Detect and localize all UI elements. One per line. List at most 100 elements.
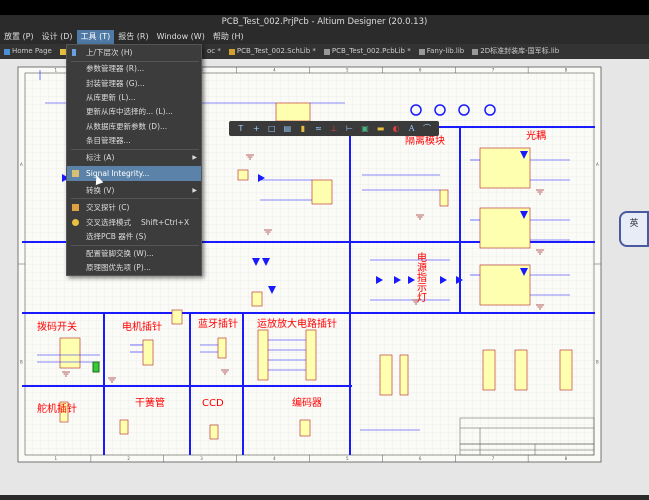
component-symbol — [559, 349, 573, 391]
align-icon[interactable]: ▤ — [283, 124, 292, 133]
submenu-arrow-icon: ▶ — [192, 154, 197, 161]
menu-item-update-selected[interactable]: 更新从库中选择的... (L)... — [67, 104, 201, 119]
sheet-symbol-icon[interactable]: ▣ — [361, 124, 370, 133]
home-icon — [4, 48, 10, 55]
menu-item-schematic-preferences[interactable]: 原理图优先项 (P)... — [67, 260, 201, 275]
text-icon[interactable]: A — [407, 124, 416, 133]
section-label-motor-header: 电机插针 — [122, 320, 162, 333]
move-icon[interactable]: + — [252, 124, 261, 133]
menu-item-select-pcb-components[interactable]: 选择PCB 器件 (S) — [67, 229, 201, 244]
window-title: PCB_Test_002.PrjPcb - Altium Designer (2… — [0, 15, 649, 30]
menu-item-label: 从库更新 (L)... — [86, 93, 136, 102]
folder-icon — [59, 48, 66, 55]
no-erc-icon[interactable]: ◐ — [392, 124, 401, 133]
tab-group-right: oc * PCB_Test_002.SchLib * PCB_Test_002.… — [203, 44, 563, 59]
menu-item-parameter-manager[interactable]: 参数管理器 (R)... — [67, 61, 201, 76]
tab-label: Home Page — [12, 47, 52, 55]
menu-item-annotation[interactable]: 标注 (A) ▶ — [67, 150, 201, 165]
menu-reports[interactable]: 报告 (R) — [114, 30, 152, 44]
menu-item-cross-probe[interactable]: 交叉探针 (C) — [67, 200, 201, 215]
schlib-icon — [228, 48, 235, 55]
section-label-optocoupler: 光耦 — [526, 129, 546, 142]
component-symbol — [482, 349, 496, 391]
menu-item-update-from-database[interactable]: 从数据库更新参数 (D)... — [67, 119, 201, 134]
component-symbol — [399, 354, 409, 396]
lib-icon — [418, 48, 425, 55]
menu-item-label: 原理图优先项 (P)... — [86, 263, 151, 272]
section-label-power-indicator: 电源指示灯 — [415, 251, 427, 303]
select-area-icon[interactable]: □ — [267, 124, 276, 133]
menu-item-signal-integrity[interactable]: Signal Integrity... — [67, 166, 201, 181]
menu-item-label: 转换 (V) — [86, 186, 115, 195]
tab-label: 2D标准封装库-国军标.lib — [480, 47, 560, 55]
zone-row-label: B — [596, 359, 599, 364]
menu-item-label: 交叉探针 (C) — [86, 203, 130, 212]
component-symbol — [275, 102, 311, 122]
tab-2d-lib[interactable]: 2D标准封装库-国军标.lib — [468, 44, 563, 59]
component-symbol — [171, 309, 183, 325]
tab-label: PCB_Test_002.SchLib * — [236, 47, 316, 55]
menu-help[interactable]: 帮助 (H) — [209, 30, 248, 44]
part-icon[interactable]: ▮ — [298, 124, 307, 133]
component-symbol — [299, 419, 311, 437]
active-bar-toolbar: T + □ ▤ ▮ ≈ ⊥ ⊢ ▣ ▬ ◐ A ⌒ — [229, 121, 439, 136]
menu-item-label: 参数管理器 (R)... — [86, 64, 145, 73]
screen-top — [0, 0, 649, 15]
hierarchy-icon — [72, 49, 76, 56]
tab-home-page[interactable]: Home Page — [0, 44, 56, 59]
submenu-arrow-icon: ▶ — [192, 187, 197, 194]
section-label-reed-switch: 干簧管 — [135, 396, 165, 409]
section-label-bluetooth-header: 蓝牙插针 — [198, 317, 238, 330]
component-symbol — [59, 337, 81, 369]
menu-item-shortcut: Shift+Ctrl+X — [141, 218, 190, 227]
menu-item-item-manager[interactable]: 条目管理器... — [67, 133, 201, 148]
ime-indicator[interactable]: 英 — [619, 211, 649, 247]
menu-item-label: 封装管理器 (G)... — [86, 79, 145, 88]
menu-item-update-from-library[interactable]: 从库更新 (L)... — [67, 90, 201, 105]
menu-item-label: 交叉选择模式 — [86, 218, 131, 227]
tab-schlib[interactable]: PCB_Test_002.SchLib * — [225, 44, 320, 59]
zone-row-label: A — [20, 162, 23, 167]
section-label-opamp-header: 运放放大电路插针 — [257, 317, 337, 330]
wire-icon[interactable]: ≈ — [314, 124, 323, 133]
component-symbol — [119, 419, 129, 435]
tab-schdoc[interactable]: oc * — [203, 44, 225, 59]
menu-tools[interactable]: 工具 (T) — [76, 30, 115, 44]
section-label-ccd: CCD — [202, 398, 224, 409]
tab-label: oc * — [207, 47, 221, 55]
component-symbol — [142, 339, 154, 366]
section-label-encoder: 编码器 — [292, 396, 322, 409]
zone-row-label: B — [20, 359, 23, 364]
menu-place[interactable]: 放置 (P) — [0, 30, 38, 44]
tab-group-left: Home Page P — [0, 44, 76, 59]
menu-item-configure-pin-swap[interactable]: 配置管脚交换 (W)... — [67, 246, 201, 261]
pcblib-icon — [323, 48, 330, 55]
cross-select-icon — [72, 219, 79, 226]
menu-item-cross-select-mode[interactable]: 交叉选择模式 Shift+Ctrl+X — [67, 215, 201, 230]
menu-item-label: 更新从库中选择的... (L)... — [86, 107, 173, 116]
signal-integrity-icon — [72, 170, 79, 177]
menu-separator — [71, 198, 199, 199]
net-label-icon[interactable]: ⊢ — [345, 124, 354, 133]
power-port-icon[interactable]: ⊥ — [329, 124, 338, 133]
cross-probe-icon — [72, 204, 79, 211]
component-symbol — [251, 291, 263, 307]
section-label-servo-header: 舵机插针 — [37, 402, 77, 415]
menu-design[interactable]: 设计 (D) — [38, 30, 77, 44]
lib-icon — [472, 48, 479, 55]
menu-item-footprint-manager[interactable]: 封装管理器 (G)... — [67, 76, 201, 91]
ime-label: 英 — [629, 219, 639, 229]
tab-pcblib[interactable]: PCB_Test_002.PcbLib * — [320, 44, 415, 59]
menu-window[interactable]: Window (W) — [153, 30, 209, 44]
menu-item-hierarchy[interactable]: 上/下层次 (H) — [67, 45, 201, 60]
menu-item-label: 配置管脚交换 (W)... — [86, 249, 154, 258]
menu-bar: 放置 (P) 设计 (D) 工具 (T) 报告 (R) Window (W) 帮… — [0, 30, 649, 44]
filter-icon[interactable]: T — [236, 124, 245, 133]
tab-fany-lib[interactable]: Fany-lib.lib — [415, 44, 469, 59]
component-symbol — [311, 179, 333, 205]
section-label-dip-switch: 拨码开关 — [37, 320, 77, 333]
status-bar — [0, 495, 649, 500]
menu-item-convert[interactable]: 转换 (V) ▶ — [67, 183, 201, 198]
port-icon[interactable]: ▬ — [376, 124, 385, 133]
arc-icon[interactable]: ⌒ — [423, 124, 432, 133]
